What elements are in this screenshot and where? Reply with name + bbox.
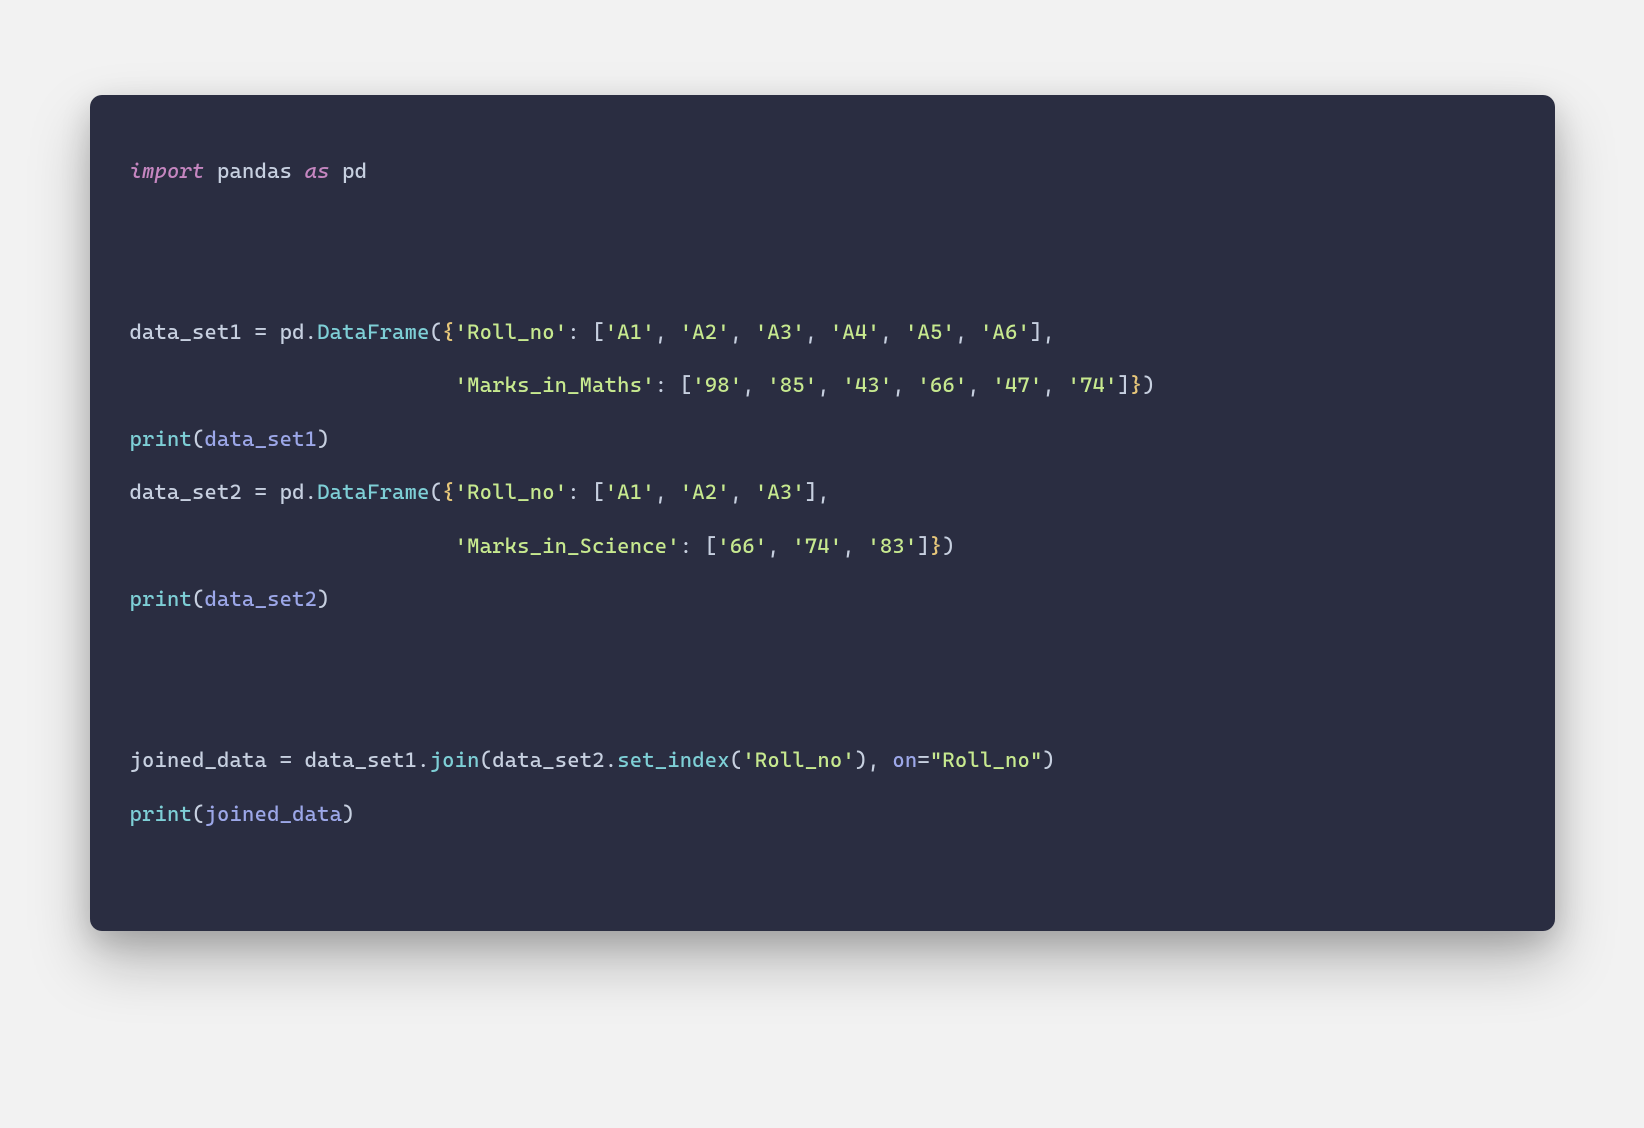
var-data-set1: data_set1 (130, 320, 243, 344)
call-dataframe: DataFrame (317, 320, 430, 344)
string-roll-no: 'Roll_no' (455, 320, 568, 344)
alias-pd: pd (342, 159, 367, 183)
call-dataframe-2: DataFrame (317, 480, 430, 504)
module-pandas: pandas (217, 159, 292, 183)
call-print-2: print (130, 587, 193, 611)
code-block: import pandas as pd data_set1 = pd.DataF… (130, 145, 1515, 841)
kwarg-on: on (892, 748, 917, 772)
string-marks-science: 'Marks_in_Science' (455, 534, 680, 558)
keyword-as: as (305, 159, 330, 183)
var-joined-data-ref: joined_data (205, 802, 343, 826)
call-print: print (130, 427, 193, 451)
keyword-import: import (130, 159, 205, 183)
var-data-set2: data_set2 (130, 480, 243, 504)
call-print-3: print (130, 802, 193, 826)
call-join: join (430, 748, 480, 772)
code-card: import pandas as pd data_set1 = pd.DataF… (90, 95, 1555, 931)
var-joined-data: joined_data (130, 748, 268, 772)
var-data-set2-ref: data_set2 (205, 587, 318, 611)
string-marks-maths: 'Marks_in_Maths' (455, 373, 655, 397)
call-set-index: set_index (617, 748, 730, 772)
var-data-set1-ref: data_set1 (205, 427, 318, 451)
